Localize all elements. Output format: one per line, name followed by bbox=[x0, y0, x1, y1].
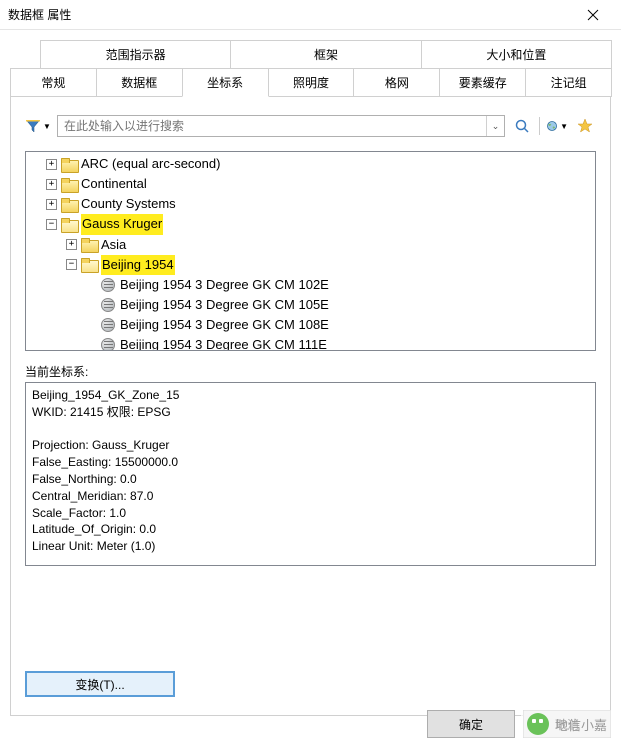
globe-icon bbox=[101, 298, 115, 312]
collapse-icon[interactable]: − bbox=[66, 259, 77, 270]
filter-button[interactable]: ▼ bbox=[25, 115, 51, 137]
tab-illumination[interactable]: 照明度 bbox=[268, 68, 355, 97]
tree-item-label: Beijing 1954 3 Degree GK CM 105E bbox=[120, 295, 329, 315]
globe-icon bbox=[546, 118, 558, 134]
tab-extent-indicator[interactable]: 范围指示器 bbox=[40, 40, 231, 69]
tab-coordinate-system[interactable]: 坐标系 bbox=[182, 68, 269, 97]
toolbar: ▼ ⌄ ▼ bbox=[25, 115, 596, 137]
search-icon bbox=[514, 118, 530, 134]
collapse-icon[interactable]: − bbox=[46, 219, 57, 230]
search-box: ⌄ bbox=[57, 115, 505, 137]
tab-content: ▼ ⌄ ▼ bbox=[10, 96, 611, 716]
tree-row[interactable]: + ARC (equal arc-second) bbox=[26, 154, 595, 174]
expand-icon[interactable]: + bbox=[46, 159, 57, 170]
globe-tool-button[interactable]: ▼ bbox=[546, 115, 568, 137]
coordinate-system-tree[interactable]: + ARC (equal arc-second) + Continental + Coun… bbox=[25, 151, 596, 351]
favorite-button[interactable] bbox=[574, 115, 596, 137]
tab-frame[interactable]: 框架 bbox=[230, 40, 421, 69]
tree-row[interactable]: Beijing 1954 3 Degree GK CM 111E bbox=[26, 335, 595, 351]
folder-icon bbox=[61, 158, 77, 171]
chevron-down-icon: ▼ bbox=[560, 122, 568, 131]
current-cs-details[interactable]: Beijing_1954_GK_Zone_15 WKID: 21415 权限: … bbox=[25, 382, 596, 566]
tree-item-label: Continental bbox=[81, 174, 147, 194]
ok-button[interactable]: 确定 bbox=[427, 710, 515, 738]
tree-row[interactable]: Beijing 1954 3 Degree GK CM 105E bbox=[26, 295, 595, 315]
tree-row[interactable]: − Beijing 1954 bbox=[26, 255, 595, 275]
tab-general[interactable]: 常规 bbox=[10, 68, 97, 97]
tree-item-label: ARC (equal arc-second) bbox=[81, 154, 220, 174]
search-button[interactable] bbox=[511, 115, 533, 137]
expand-icon[interactable]: + bbox=[66, 239, 77, 250]
globe-icon bbox=[101, 318, 115, 332]
watermark: 地信小嘉 bbox=[521, 710, 613, 738]
close-button[interactable] bbox=[573, 0, 613, 30]
folder-icon bbox=[61, 198, 77, 211]
tab-row-top: 范围指示器 框架 大小和位置 bbox=[10, 40, 611, 69]
current-cs-label: 当前坐标系: bbox=[25, 363, 596, 380]
wechat-icon bbox=[527, 713, 549, 735]
tree-row[interactable]: + Asia bbox=[26, 235, 595, 255]
watermark-text: 地信小嘉 bbox=[555, 715, 607, 734]
globe-icon bbox=[101, 338, 115, 351]
tab-feature-cache[interactable]: 要素缓存 bbox=[439, 68, 526, 97]
tree-row[interactable]: + County Systems bbox=[26, 194, 595, 214]
globe-icon bbox=[101, 278, 115, 292]
tab-dataframe[interactable]: 数据框 bbox=[96, 68, 183, 97]
tab-annotation-groups[interactable]: 注记组 bbox=[525, 68, 612, 97]
search-dropdown-arrow[interactable]: ⌄ bbox=[486, 116, 504, 136]
separator bbox=[539, 117, 540, 135]
tree-row[interactable]: − Gauss Kruger bbox=[26, 214, 595, 234]
tree-item-label: Gauss Kruger bbox=[81, 214, 163, 234]
folder-icon bbox=[61, 178, 77, 191]
star-icon bbox=[577, 118, 593, 134]
tree-item-label: Beijing 1954 bbox=[101, 255, 175, 275]
tab-row-bottom: 常规 数据框 坐标系 照明度 格网 要素缓存 注记组 bbox=[10, 68, 611, 97]
expand-icon[interactable]: + bbox=[46, 179, 57, 190]
tab-grids[interactable]: 格网 bbox=[353, 68, 440, 97]
folder-open-icon bbox=[61, 218, 77, 231]
tree-item-label: Beijing 1954 3 Degree GK CM 111E bbox=[120, 335, 327, 351]
transformations-button[interactable]: 变换(T)... bbox=[25, 671, 175, 697]
close-icon bbox=[587, 9, 599, 21]
search-input[interactable] bbox=[58, 119, 486, 133]
tree-item-label: Beijing 1954 3 Degree GK CM 102E bbox=[120, 275, 329, 295]
tab-size-position[interactable]: 大小和位置 bbox=[421, 40, 612, 69]
tree-item-label: Beijing 1954 3 Degree GK CM 108E bbox=[120, 315, 329, 335]
tree-row[interactable]: Beijing 1954 3 Degree GK CM 108E bbox=[26, 315, 595, 335]
expand-icon[interactable]: + bbox=[46, 199, 57, 210]
tree-row[interactable]: Beijing 1954 3 Degree GK CM 102E bbox=[26, 275, 595, 295]
tab-area: 范围指示器 框架 大小和位置 常规 数据框 坐标系 照明度 格网 要素缓存 注记… bbox=[0, 30, 621, 716]
window-title: 数据框 属性 bbox=[8, 6, 573, 23]
chevron-down-icon: ▼ bbox=[43, 122, 51, 131]
folder-icon bbox=[81, 238, 97, 251]
folder-open-icon bbox=[81, 258, 97, 271]
title-bar: 数据框 属性 bbox=[0, 0, 621, 30]
tree-item-label: County Systems bbox=[81, 194, 176, 214]
funnel-icon bbox=[25, 118, 41, 134]
tree-item-label: Asia bbox=[101, 235, 126, 255]
tree-row[interactable]: + Continental bbox=[26, 174, 595, 194]
